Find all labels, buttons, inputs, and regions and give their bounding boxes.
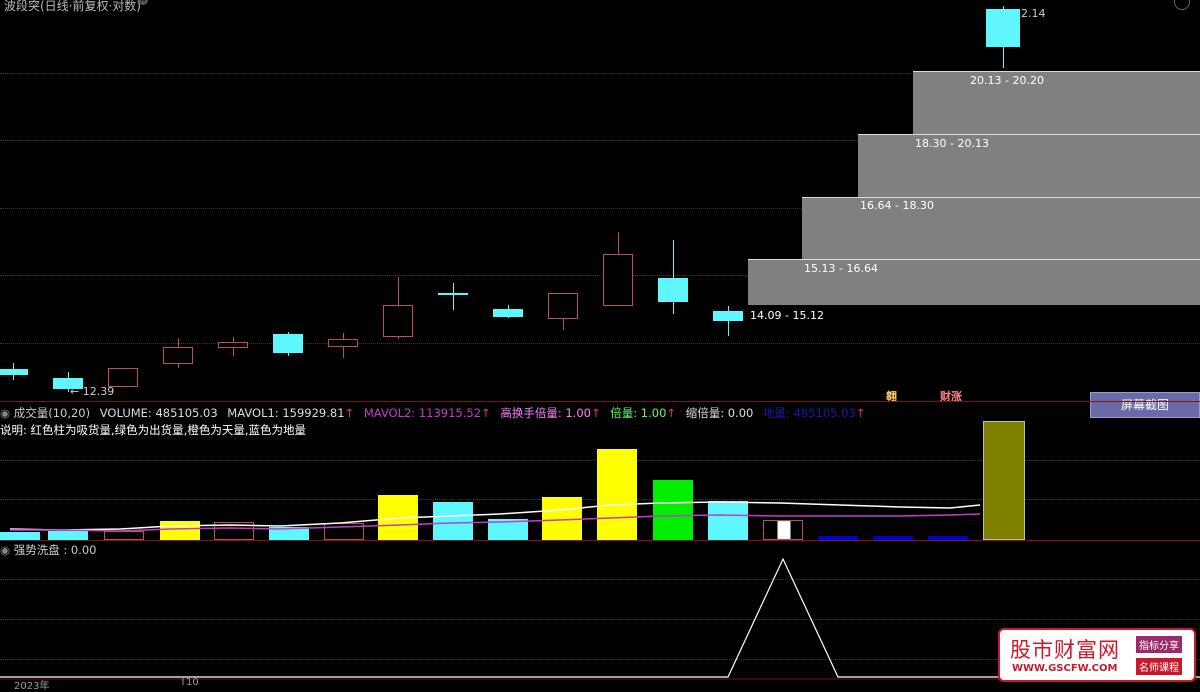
candle xyxy=(383,305,413,337)
chart-title: 波段突(日线·前复权·对数) xyxy=(4,0,141,13)
volume-profile-label: 18.30 - 20.13 xyxy=(915,137,989,150)
volume-profile-label: 20.13 - 20.20 xyxy=(970,74,1044,87)
candle xyxy=(986,9,1020,47)
chart-close-icon[interactable]: × xyxy=(138,0,148,5)
candle xyxy=(548,293,578,319)
volume-panel[interactable]: ◉ 成交量(10,20) VOLUME: 485105.03 MAVOL1: 1… xyxy=(0,402,1200,540)
candle xyxy=(273,334,303,353)
candle xyxy=(0,369,28,375)
candle xyxy=(163,347,193,364)
mavol2-line xyxy=(10,513,981,532)
low-price-label: ← 12.39 xyxy=(70,385,115,398)
volume-profile-label: 16.64 - 18.30 xyxy=(860,199,934,212)
candle xyxy=(603,254,633,306)
watermark-title: 股市财富网 xyxy=(1010,638,1120,662)
watermark-tag: 名师课程 xyxy=(1136,658,1182,675)
candle xyxy=(328,339,358,347)
candle-wick xyxy=(673,240,674,314)
last-range-label: 14.09 - 15.12 xyxy=(750,309,824,322)
volume-profile-bar xyxy=(858,134,1200,197)
volume-profile-label: 15.13 - 16.64 xyxy=(804,262,878,275)
candle xyxy=(713,311,743,321)
panel-expand-icon[interactable]: ⌃ xyxy=(1174,0,1190,10)
candle xyxy=(658,278,688,302)
watermark-tag: 指标分享 xyxy=(1136,636,1182,653)
candle xyxy=(438,293,468,295)
candle xyxy=(218,342,248,348)
watermark-url: WWW.GSCFW.COM xyxy=(1012,663,1118,674)
candle xyxy=(493,309,523,317)
candle-wick xyxy=(453,283,454,310)
high-price-label: 2.14 xyxy=(1021,7,1046,20)
price-panel[interactable]: 波段突(日线·前复权·对数) × ⌃ 20.13 - 20.20 18.30 -… xyxy=(0,0,1200,400)
tick-label: 10 xyxy=(186,677,199,688)
volume-ma-lines xyxy=(9,501,981,532)
site-watermark: 股市财富网 WWW.GSCFW.COM 指标分享 名师课程 xyxy=(998,628,1196,682)
volume-profile-bar xyxy=(913,71,1200,134)
